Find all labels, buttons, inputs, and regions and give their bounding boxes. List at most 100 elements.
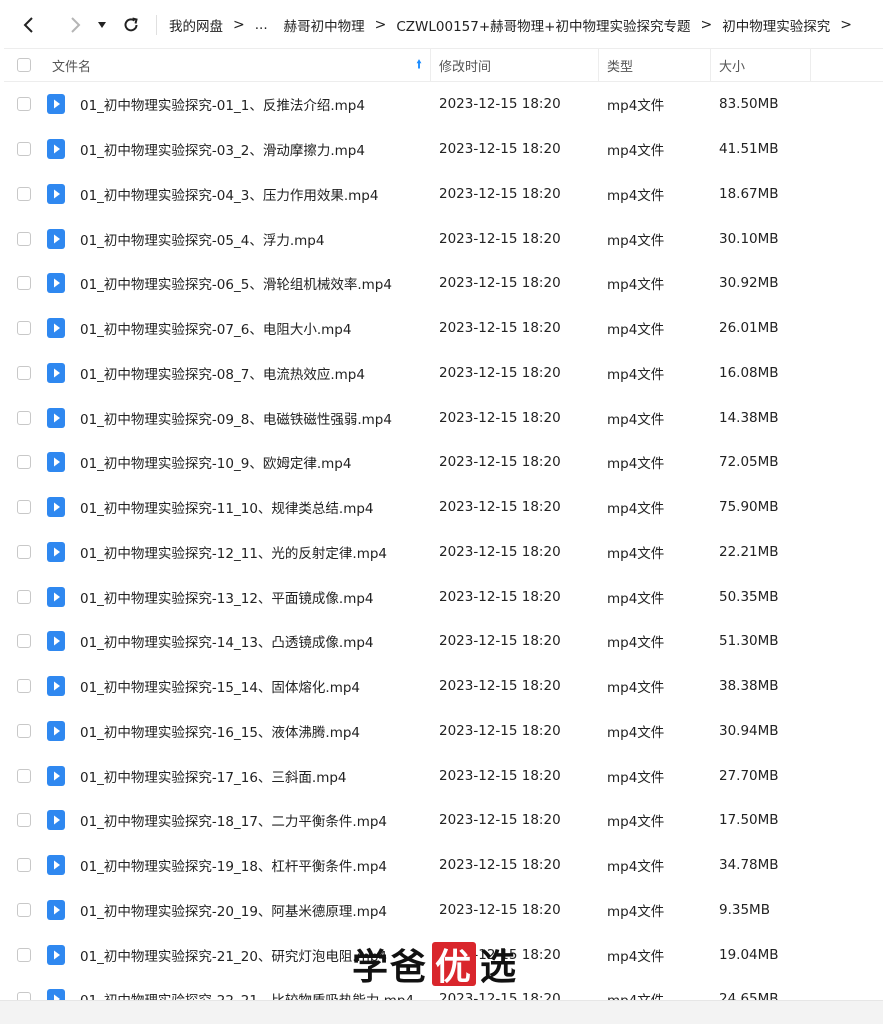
column-header-type[interactable]: 类型: [599, 49, 711, 81]
row-checkbox[interactable]: [17, 142, 31, 157]
history-dropdown-button[interactable]: [92, 8, 112, 42]
file-modified-date: 2023-12-15 18:20: [439, 364, 561, 381]
table-row[interactable]: 01_初中物理实验探究-05_4、浮力.mp4 2023-12-15 18:20 m…: [4, 216, 883, 261]
file-type: mp4文件: [607, 859, 665, 876]
row-checkbox[interactable]: [17, 365, 31, 380]
table-row[interactable]: 01_初中物理实验探究-13_12、平面镜成像.mp4 2023-12-15 18…: [4, 574, 883, 619]
file-modified-date: 2023-12-15 18:20: [439, 901, 561, 918]
file-name[interactable]: 01_初中物理实验探究-19_18、杠杆平衡条件.mp4: [74, 855, 431, 875]
file-name[interactable]: 01_初中物理实验探究-16_15、液体沸腾.mp4: [74, 721, 431, 741]
table-row[interactable]: 01_初中物理实验探究-10_9、欧姆定律.mp4 2023-12-15 18:2…: [4, 440, 883, 485]
file-type: mp4文件: [607, 635, 665, 652]
column-header-name[interactable]: 文件名 🠙: [44, 49, 431, 81]
table-row[interactable]: 01_初中物理实验探究-18_17、二力平衡条件.mp4 2023-12-15 1…: [4, 798, 883, 843]
file-name[interactable]: 01_初中物理实验探究-09_8、电磁铁磁性强弱.mp4: [74, 408, 431, 428]
breadcrumb-item-ellipsis[interactable]: ...: [255, 17, 268, 33]
file-name[interactable]: 01_初中物理实验探究-05_4、浮力.mp4: [74, 229, 431, 249]
table-row[interactable]: 01_初中物理实验探究-11_10、规律类总结.mp4 2023-12-15 18…: [4, 485, 883, 530]
column-header-size[interactable]: 大小: [711, 49, 811, 81]
video-file-icon: [47, 452, 65, 473]
row-checkbox[interactable]: [17, 97, 31, 112]
breadcrumb-item-current-folder[interactable]: 初中物理实验探究: [722, 15, 830, 35]
row-checkbox[interactable]: [17, 902, 31, 917]
table-row[interactable]: 01_初中物理实验探究-01_1、反推法介绍.mp4 2023-12-15 18:…: [4, 82, 883, 127]
table-row[interactable]: 01_初中物理实验探究-12_11、光的反射定律.mp4 2023-12-15 1…: [4, 530, 883, 575]
file-name[interactable]: 01_初中物理实验探究-13_12、平面镜成像.mp4: [74, 587, 431, 607]
row-checkbox[interactable]: [17, 544, 31, 559]
file-name[interactable]: 01_初中物理实验探究-08_7、电流热效应.mp4: [74, 363, 431, 383]
file-icon-cell: [44, 630, 74, 652]
row-checkbox-cell: [4, 231, 44, 246]
file-name[interactable]: 01_初中物理实验探究-03_2、滑动摩擦力.mp4: [74, 139, 431, 159]
file-name[interactable]: 01_初中物理实验探究-18_17、二力平衡条件.mp4: [74, 810, 431, 830]
row-checkbox[interactable]: [17, 589, 31, 604]
file-name[interactable]: 01_初中物理实验探究-17_16、三斜面.mp4: [74, 766, 431, 786]
file-modified-date: 2023-12-15 18:20: [439, 678, 561, 695]
file-type: mp4文件: [607, 948, 665, 965]
forward-button[interactable]: [58, 8, 92, 42]
file-size: 17.50MB: [719, 812, 779, 829]
file-modified-date: 2023-12-15 18:20: [439, 812, 561, 829]
table-row[interactable]: 01_初中物理实验探究-16_15、液体沸腾.mp4 2023-12-15 18:…: [4, 709, 883, 754]
file-name[interactable]: 01_初中物理实验探究-20_19、阿基米德原理.mp4: [74, 900, 431, 920]
watermark-char: 爸: [390, 946, 429, 988]
file-name[interactable]: 01_初中物理实验探究-11_10、规律类总结.mp4: [74, 497, 431, 517]
file-modified-date: 2023-12-15 18:20: [439, 409, 561, 426]
file-type: mp4文件: [607, 232, 665, 249]
row-checkbox[interactable]: [17, 679, 31, 694]
file-name[interactable]: 01_初中物理实验探究-12_11、光的反射定律.mp4: [74, 542, 431, 562]
column-header-date[interactable]: 修改时间: [431, 49, 599, 81]
row-checkbox[interactable]: [17, 410, 31, 425]
file-name[interactable]: 01_初中物理实验探究-04_3、压力作用效果.mp4: [74, 184, 431, 204]
row-checkbox[interactable]: [17, 231, 31, 246]
file-type: mp4文件: [607, 769, 665, 786]
table-row[interactable]: 01_初中物理实验探究-08_7、电流热效应.mp4 2023-12-15 18:…: [4, 351, 883, 396]
table-row[interactable]: 01_初中物理实验探究-03_2、滑动摩擦力.mp4 2023-12-15 18:…: [4, 127, 883, 172]
file-name[interactable]: 01_初中物理实验探究-01_1、反推法介绍.mp4: [74, 94, 431, 114]
file-name[interactable]: 01_初中物理实验探究-07_6、电阻大小.mp4: [74, 318, 431, 338]
breadcrumb-item-hege-physics[interactable]: 赫哥初中物理: [284, 15, 365, 35]
file-name[interactable]: 01_初中物理实验探究-10_9、欧姆定律.mp4: [74, 452, 431, 472]
file-type: mp4文件: [607, 680, 665, 697]
table-row[interactable]: 01_初中物理实验探究-07_6、电阻大小.mp4 2023-12-15 18:2…: [4, 306, 883, 351]
file-type: mp4文件: [607, 814, 665, 831]
row-checkbox[interactable]: [17, 947, 31, 962]
row-checkbox[interactable]: [17, 276, 31, 291]
select-all-checkbox[interactable]: [17, 58, 31, 72]
row-checkbox[interactable]: [17, 321, 31, 336]
file-size: 72.05MB: [719, 454, 779, 471]
table-row[interactable]: 01_初中物理实验探究-15_14、固体熔化.mp4 2023-12-15 18:…: [4, 664, 883, 709]
row-checkbox-cell: [4, 544, 44, 559]
row-checkbox[interactable]: [17, 500, 31, 515]
table-row[interactable]: 01_初中物理实验探究-06_5、滑轮组机械效率.mp4 2023-12-15 1…: [4, 261, 883, 306]
table-row[interactable]: 01_初中物理实验探究-20_19、阿基米德原理.mp4 2023-12-15 1…: [4, 888, 883, 933]
row-checkbox[interactable]: [17, 455, 31, 470]
row-checkbox[interactable]: [17, 634, 31, 649]
table-row[interactable]: 01_初中物理实验探究-14_13、凸透镜成像.mp4 2023-12-15 18…: [4, 619, 883, 664]
file-icon-cell: [44, 944, 74, 966]
video-file-icon: [47, 944, 65, 965]
video-file-icon: [47, 541, 65, 562]
file-name[interactable]: 01_初中物理实验探究-06_5、滑轮组机械效率.mp4: [74, 273, 431, 293]
row-checkbox[interactable]: [17, 186, 31, 201]
table-row[interactable]: 01_初中物理实验探究-17_16、三斜面.mp4 2023-12-15 18:2…: [4, 753, 883, 798]
back-button[interactable]: [12, 8, 46, 42]
file-name[interactable]: 01_初中物理实验探究-14_13、凸透镜成像.mp4: [74, 631, 431, 651]
video-file-icon: [47, 139, 65, 160]
breadcrumb-item-czwl00157[interactable]: CZWL00157+赫哥物理+初中物理实验探究专题: [396, 15, 690, 35]
row-checkbox[interactable]: [17, 723, 31, 738]
file-icon-cell: [44, 765, 74, 787]
file-modified-date: 2023-12-15 18:20: [439, 230, 561, 247]
table-row[interactable]: 01_初中物理实验探究-09_8、电磁铁磁性强弱.mp4 2023-12-15 1…: [4, 395, 883, 440]
file-icon-cell: [44, 362, 74, 384]
row-checkbox[interactable]: [17, 768, 31, 783]
row-checkbox[interactable]: [17, 813, 31, 828]
table-row[interactable]: 01_初中物理实验探究-19_18、杠杆平衡条件.mp4 2023-12-15 1…: [4, 843, 883, 888]
breadcrumb-item-my-drive[interactable]: 我的网盘: [169, 15, 223, 35]
file-type: mp4文件: [607, 277, 665, 294]
file-name[interactable]: 01_初中物理实验探究-15_14、固体熔化.mp4: [74, 676, 431, 696]
watermark-char-boxed: 优: [432, 942, 477, 988]
row-checkbox[interactable]: [17, 858, 31, 873]
refresh-button[interactable]: [114, 8, 148, 42]
table-row[interactable]: 01_初中物理实验探究-04_3、压力作用效果.mp4 2023-12-15 18…: [4, 172, 883, 217]
